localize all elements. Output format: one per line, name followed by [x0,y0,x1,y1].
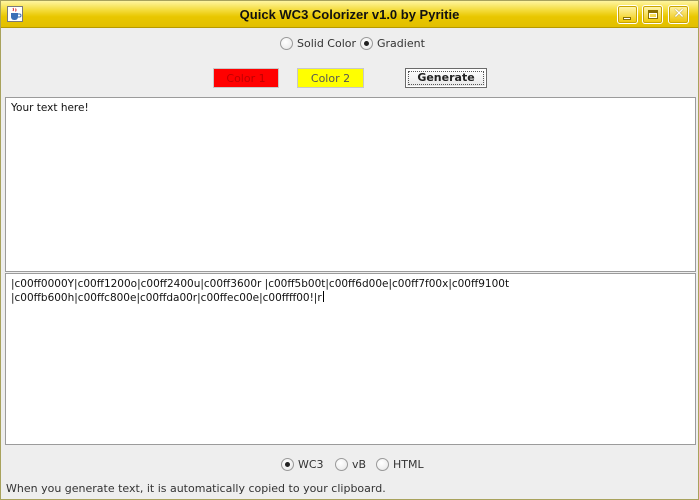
maximize-icon [648,10,658,19]
color1-button[interactable]: Color 1 [213,68,279,88]
radio-label: Gradient [377,37,425,50]
radio-label: WC3 [298,458,324,471]
output-line: |c00ffb600h|c00ffc800e|c00ffda00r|c00ffe… [11,291,690,305]
generate-button[interactable]: Generate [405,68,487,88]
radio-circle[interactable] [335,458,348,471]
radio-gradient[interactable]: Gradient [360,36,430,52]
radio-html[interactable]: HTML [376,457,426,473]
input-text: Your text here! [11,102,89,114]
radio-circle[interactable] [376,458,389,471]
maximize-button[interactable] [642,5,663,24]
radio-label: Solid Color [297,37,357,50]
close-icon: ✕ [673,6,685,22]
mode-radio-group: Solid Color Gradient [280,36,430,52]
radio-label: vB [352,458,367,471]
radio-label: HTML [393,458,424,471]
radio-circle[interactable] [280,37,293,50]
color2-button[interactable]: Color 2 [297,68,364,88]
minimize-icon [623,17,631,20]
input-text-area[interactable]: Your text here! [5,97,696,272]
app-window: Quick WC3 Colorizer v1.0 by Pyritie ✕ So… [0,0,699,500]
output-line-text: |c00ffb600h|c00ffc800e|c00ffda00r|c00ffe… [11,292,322,304]
close-button[interactable]: ✕ [668,5,689,24]
radio-vb[interactable]: vB [335,457,369,473]
format-radio-group: WC3 vB HTML [281,457,441,473]
radio-circle[interactable] [281,458,294,471]
radio-circle[interactable] [360,37,373,50]
output-line: |c00ff0000Y|c00ff1200o|c00ff2400u|c00ff3… [11,278,510,290]
status-text: When you generate text, it is automatica… [6,482,386,495]
radio-wc3[interactable]: WC3 [281,457,327,473]
output-text-area[interactable]: |c00ff0000Y|c00ff1200o|c00ff2400u|c00ff3… [5,273,696,445]
title-bar[interactable]: Quick WC3 Colorizer v1.0 by Pyritie ✕ [1,1,698,28]
window-title: Quick WC3 Colorizer v1.0 by Pyritie [239,7,460,22]
radio-solid-color[interactable]: Solid Color [280,36,356,52]
text-caret [322,291,324,302]
minimize-button[interactable] [617,5,638,24]
